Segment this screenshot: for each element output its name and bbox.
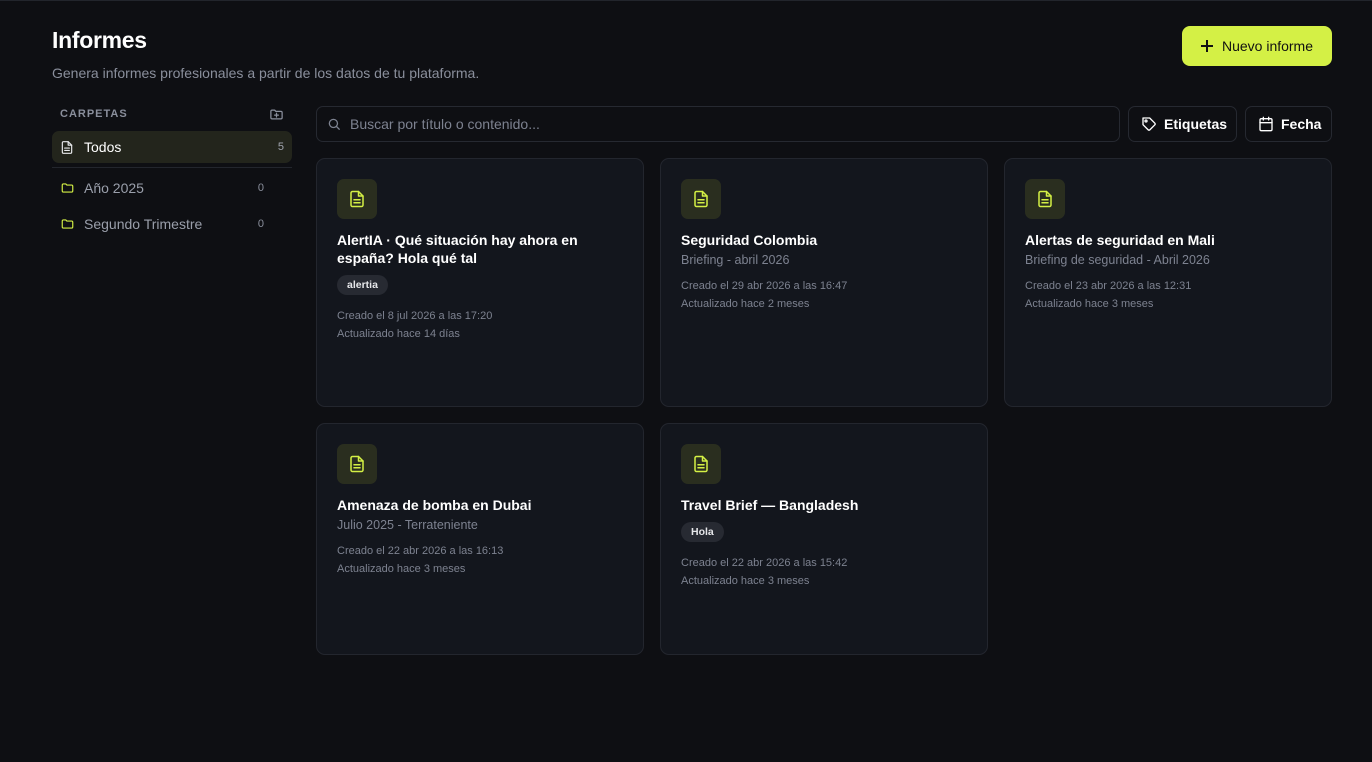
report-title: Seguridad Colombia bbox=[681, 232, 818, 248]
report-title: Alertas de seguridad en Mali bbox=[1025, 232, 1215, 248]
sidebar-item-folder[interactable]: Segundo Trimestre 0 bbox=[52, 208, 292, 240]
report-meta: Creado el 23 abr 2026 a las 12:31 Actual… bbox=[1025, 277, 1311, 313]
search-input[interactable] bbox=[350, 116, 1109, 132]
document-icon bbox=[60, 139, 76, 155]
sidebar-item-label: Segundo Trimestre bbox=[84, 216, 203, 232]
report-created: Creado el 22 abr 2026 a las 15:42 bbox=[681, 557, 848, 569]
date-filter-button[interactable]: Fecha bbox=[1245, 106, 1332, 142]
report-card[interactable]: Travel Brief — Bangladesh Hola Creado el… bbox=[660, 423, 988, 655]
sidebar-item-count: 5 bbox=[277, 141, 284, 153]
report-updated: Actualizado hace 14 días bbox=[337, 328, 460, 340]
report-tag: alertia bbox=[337, 275, 388, 295]
folders-heading: CARPETAS bbox=[60, 108, 128, 120]
report-document-icon bbox=[681, 179, 721, 219]
plus-icon bbox=[1200, 40, 1213, 52]
report-created: Creado el 23 abr 2026 a las 12:31 bbox=[1025, 280, 1192, 292]
date-filter-label: Fecha bbox=[1281, 116, 1322, 132]
report-meta: Creado el 29 abr 2026 a las 16:47 Actual… bbox=[681, 277, 967, 313]
page-header: Informes Genera informes profesionales a… bbox=[52, 27, 479, 81]
report-subtitle: Briefing - abril 2026 bbox=[681, 253, 790, 267]
new-folder-icon[interactable] bbox=[269, 107, 284, 122]
report-updated: Actualizado hace 3 meses bbox=[337, 563, 466, 575]
sidebar-item-label: Año 2025 bbox=[84, 180, 144, 196]
report-updated: Actualizado hace 3 meses bbox=[681, 575, 810, 587]
report-tag: Hola bbox=[681, 522, 724, 542]
new-report-button[interactable]: Nuevo informe bbox=[1182, 26, 1332, 66]
report-title: Travel Brief — Bangladesh bbox=[681, 497, 859, 513]
report-created: Creado el 8 jul 2026 a las 17:20 bbox=[337, 310, 493, 322]
sidebar-item-folder[interactable]: Año 2025 0 bbox=[52, 172, 292, 204]
sidebar-item-count: 0 bbox=[257, 218, 264, 230]
calendar-icon bbox=[1258, 116, 1274, 132]
report-document-icon bbox=[1025, 179, 1065, 219]
page-subtitle: Genera informes profesionales a partir d… bbox=[52, 65, 480, 81]
report-title: AlertIA · Qué situación hay ahora en esp… bbox=[337, 232, 578, 266]
report-subtitle: Briefing de seguridad - Abril 2026 bbox=[1025, 253, 1210, 267]
report-card[interactable]: AlertIA · Qué situación hay ahora en esp… bbox=[316, 158, 644, 407]
report-meta: Creado el 8 jul 2026 a las 17:20 Actuali… bbox=[337, 307, 623, 343]
report-updated: Actualizado hace 3 meses bbox=[1025, 298, 1154, 310]
folders-header: CARPETAS bbox=[52, 105, 292, 123]
sidebar-divider bbox=[52, 167, 292, 168]
tag-icon bbox=[1141, 116, 1157, 132]
report-created: Creado el 29 abr 2026 a las 16:47 bbox=[681, 280, 848, 292]
report-card[interactable]: Seguridad Colombia Briefing - abril 2026… bbox=[660, 158, 988, 407]
folders-sidebar: CARPETAS Todos 5 Año 2025 0 Segundo Trim… bbox=[52, 105, 292, 240]
search-icon bbox=[327, 117, 341, 131]
tags-filter-label: Etiquetas bbox=[1164, 116, 1228, 132]
sidebar-item-label: Todos bbox=[84, 139, 122, 155]
folder-icon bbox=[60, 180, 76, 196]
new-report-label: Nuevo informe bbox=[1221, 38, 1314, 54]
sidebar-item-all[interactable]: Todos 5 bbox=[52, 131, 292, 163]
folder-icon bbox=[60, 216, 76, 232]
report-document-icon bbox=[337, 444, 377, 484]
page-title: Informes bbox=[52, 27, 147, 53]
report-card[interactable]: Amenaza de bomba en Dubai Julio 2025 - T… bbox=[316, 423, 644, 655]
report-subtitle: Julio 2025 - Terrateniente bbox=[337, 518, 478, 532]
report-created: Creado el 22 abr 2026 a las 16:13 bbox=[337, 545, 504, 557]
sidebar-item-count: 0 bbox=[257, 182, 264, 194]
report-title: Amenaza de bomba en Dubai bbox=[337, 497, 532, 513]
report-card[interactable]: Alertas de seguridad en Mali Briefing de… bbox=[1004, 158, 1332, 407]
report-document-icon bbox=[337, 179, 377, 219]
report-updated: Actualizado hace 2 meses bbox=[681, 298, 810, 310]
report-meta: Creado el 22 abr 2026 a las 15:42 Actual… bbox=[681, 554, 967, 590]
report-document-icon bbox=[681, 444, 721, 484]
tags-filter-button[interactable]: Etiquetas bbox=[1128, 106, 1237, 142]
search-bar bbox=[316, 106, 1120, 142]
report-meta: Creado el 22 abr 2026 a las 16:13 Actual… bbox=[337, 542, 623, 578]
